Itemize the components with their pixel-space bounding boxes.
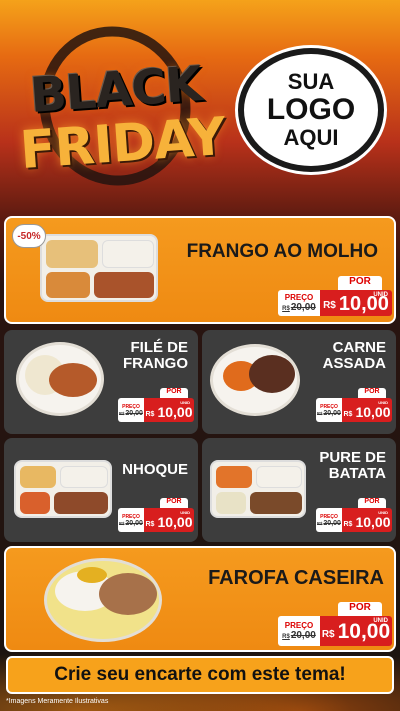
old-price: R$20,00: [282, 630, 316, 641]
old-price-prefix: R$: [282, 634, 290, 640]
product-card-carne-assada[interactable]: CARNE ASSADA POR PREÇO R$20,00 UNID R$ 1…: [202, 330, 396, 434]
currency-symbol: R$: [343, 411, 353, 418]
friday-text: FRIDAY: [18, 106, 227, 182]
food-tray-image: [14, 460, 112, 518]
product-card-frango-ao-molho[interactable]: -50% FRANGO AO MOLHO POR PREÇO R$20,00 U…: [4, 216, 396, 324]
unit-label: UNID: [373, 618, 388, 624]
product-name: CARNE ASSADA: [323, 340, 386, 372]
product-card-farofa-caseira[interactable]: FAROFA CASEIRA POR PREÇO R$20,00 UNID R$…: [4, 546, 396, 652]
product-name-line-2: FRANGO: [123, 354, 188, 372]
price-tag: POR PREÇO R$20,00 UNID R$ 10,00: [118, 498, 194, 532]
por-label: POR: [160, 388, 188, 398]
product-name: NHOQUE: [122, 461, 188, 478]
logo-line-1: SUA: [287, 69, 335, 94]
unit-label: UNID: [378, 510, 388, 515]
unit-label: UNID: [180, 400, 190, 405]
cta-banner[interactable]: Crie seu encarte com este tema!: [6, 656, 394, 694]
product-name-line-1: CARNE: [332, 339, 386, 356]
food-tray-image: [210, 460, 306, 518]
old-price: R$20,00: [119, 409, 143, 417]
unit-label: UNID: [378, 400, 388, 405]
food-bowl-image: [16, 342, 104, 416]
preco-label: PREÇO: [284, 621, 314, 630]
product-card-file-de-frango[interactable]: FILÉ DE FRANGO POR PREÇO R$20,00 UNID R$…: [4, 330, 198, 434]
price-tag: POR PREÇO R$20,00 UNID R$ 10,00: [316, 388, 392, 422]
old-price-prefix: R$: [282, 306, 290, 312]
old-price-prefix: R$: [317, 410, 323, 416]
por-label: POR: [338, 602, 382, 616]
old-price: R$20,00: [282, 302, 316, 313]
price-tag: POR PREÇO R$20,00 UNID R$ 10,00: [118, 388, 194, 422]
por-label: POR: [358, 498, 386, 508]
disclaimer-note: *Imagens Meramente Ilustrativas: [6, 698, 109, 705]
old-price-prefix: R$: [317, 520, 323, 526]
old-price: R$20,00: [119, 519, 143, 527]
product-name-line-2: BATATA: [328, 464, 386, 482]
new-price: 10,00: [355, 514, 391, 530]
product-name-line-2: ASSADA: [322, 354, 386, 372]
currency-symbol: R$: [321, 629, 335, 640]
new-price: 10,00: [355, 404, 391, 420]
product-name-line-1: PURE DE: [319, 449, 386, 466]
product-card-nhoque[interactable]: NHOQUE POR PREÇO R$20,00 UNID R$ 10,00: [4, 438, 198, 542]
old-price-prefix: R$: [119, 520, 125, 526]
product-name: FAROFA CASEIRA: [208, 567, 384, 589]
old-price: R$20,00: [317, 519, 341, 527]
food-tray-image: [40, 234, 158, 302]
logo-placeholder: SUA LOGO AQUI: [238, 48, 384, 172]
price-tag: POR PREÇO R$20,00 UNID R$ 10,00: [278, 276, 392, 316]
old-price-prefix: R$: [119, 410, 125, 416]
old-price: R$20,00: [317, 409, 341, 417]
price-tag: POR PREÇO R$20,00 UNID R$ 10,00: [278, 602, 392, 646]
product-name: PURE DE BATATA: [319, 450, 386, 482]
unit-label: UNID: [180, 510, 190, 515]
new-price: 10,00: [157, 514, 193, 530]
unit-label: UNID: [373, 292, 388, 298]
black-friday-title: BLACK FRIDAY: [12, 6, 227, 206]
product-name: FRANGO AO MOLHO: [186, 241, 378, 262]
food-bowl-image: [210, 344, 300, 416]
preco-label: PREÇO: [284, 293, 314, 302]
currency-symbol: R$: [145, 521, 155, 528]
price-tag: POR PREÇO R$20,00 UNID R$ 10,00: [316, 498, 392, 532]
food-bowl-image: [44, 558, 162, 642]
product-card-pure-de-batata[interactable]: PURE DE BATATA POR PREÇO R$20,00 UNID R$…: [202, 438, 396, 542]
currency-symbol: R$: [343, 521, 353, 528]
header: BLACK FRIDAY SUA LOGO AQUI: [0, 0, 400, 212]
logo-line-3: AQUI: [283, 125, 339, 150]
new-price: 10,00: [157, 404, 193, 420]
por-label: POR: [338, 276, 382, 290]
product-name: FILÉ DE FRANGO: [123, 340, 188, 372]
discount-badge: -50%: [12, 224, 46, 248]
por-label: POR: [160, 498, 188, 508]
por-label: POR: [358, 388, 386, 398]
currency-symbol: R$: [145, 411, 155, 418]
logo-line-2: LOGO: [266, 93, 356, 126]
product-name-line-1: FILÉ DE: [130, 339, 188, 356]
currency-symbol: R$: [323, 300, 336, 311]
